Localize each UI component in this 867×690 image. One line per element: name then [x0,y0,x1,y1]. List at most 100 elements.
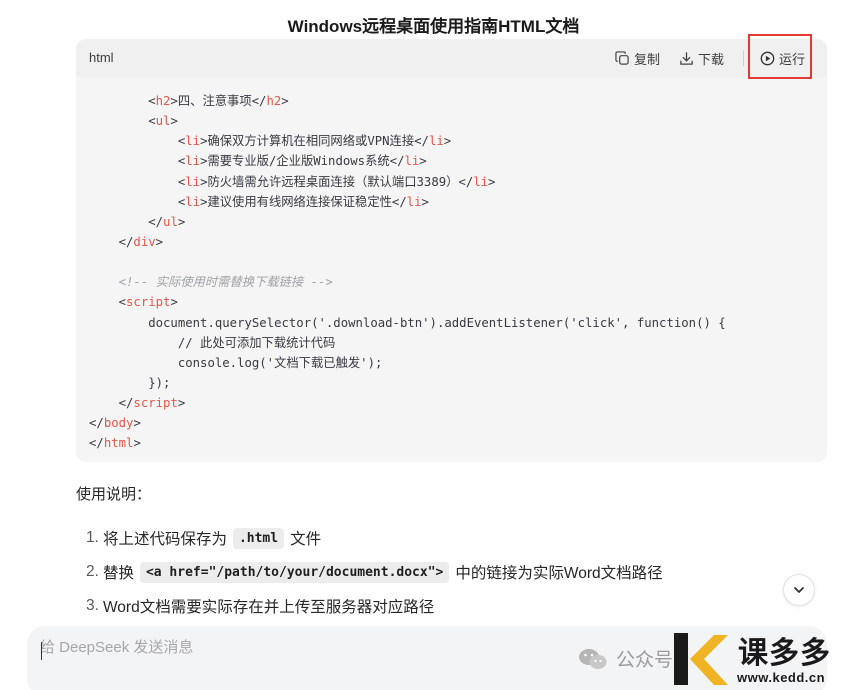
code-language-label: html [89,50,114,65]
message-input[interactable] [40,639,560,656]
code-text-token: > [170,114,178,129]
code-line: <li>建议使用有线网络连接保证稳定性</li> [89,192,726,212]
code-comment-token: <!-- 实际使用时需替换下载链接 --> [118,275,333,290]
code-tag-token: li [185,134,201,149]
code-text-token: > [281,94,289,108]
code-text-token: </ [89,234,134,249]
wechat-watermark-text: 公众号 [616,650,674,671]
code-text-token: > [170,295,178,310]
code-text-token: >需要专业版/企业版Windows系统</ [200,154,405,169]
code-line: <li>确保双方计算机在相同网络或VPN连接</li> [89,131,726,151]
wechat-watermark: 公众号 [578,645,673,672]
code-line: // 此处可添加下载统计代码 [89,333,726,353]
code-line: <h2>四、注意事项</h2> [89,91,726,111]
code-line: console.log('文档下载已触发'); [89,353,726,373]
code-text-token: </ [89,396,134,411]
code-line: <script> [89,292,726,312]
scroll-to-bottom-button[interactable] [783,574,815,606]
code-text-token: </ [89,214,164,229]
code-block-header: html 复制 下载 运行 [76,39,827,77]
text-cursor [41,642,42,660]
step-text: 文件 [290,531,322,548]
code-tag-token: li [428,134,444,149]
code-text-token: document.querySelector('.download-btn').… [89,315,726,330]
code-text-token: > [419,154,427,169]
code-tag-token: body [103,416,134,431]
brand-domain: www.kedd.cn [737,670,826,685]
code-text-token: < [89,295,127,310]
code-line: <!-- 实际使用时需替换下载链接 --> [89,272,726,292]
code-text-token: > [155,234,164,249]
download-label: 下载 [698,51,725,67]
code-line: document.querySelector('.download-btn').… [89,313,726,333]
step-number: 1. [86,529,99,546]
header-divider [743,50,744,66]
step-text: 替换 [102,565,134,582]
page-title: Windows远程桌面使用指南HTML文档 [287,17,580,36]
copy-icon [615,50,629,65]
code-line: </ul> [89,212,726,232]
code-text-token: </ [89,436,104,451]
code-text-token: >防火墙需允许远程桌面连接（默认端口3389）</ [200,174,474,189]
code-text-token: < [89,194,186,209]
code-text-token: < [89,134,186,149]
code-text-token: > [421,194,429,209]
code-tag-token: li [185,174,201,189]
code-text-token: }); [89,375,171,390]
download-button[interactable]: 下载 [679,48,724,68]
code-text-token: > [133,416,141,431]
code-tag-token: div [133,234,156,249]
code-content: <h2>四、注意事项</h2> <ul> <li>确保双方计算机在相同网络或VP… [89,91,726,454]
code-text-token: < [148,94,156,108]
list-item: 3. Word文档需要实际存在并上传至服务器对应路径 [86,589,663,623]
download-icon [680,51,693,65]
usage-steps-list: 1. 将上述代码保存为 .html 文件 2. 替换 <a href="/pat… [86,521,663,623]
code-text-token: < [89,174,186,189]
code-text-token: > [177,214,186,229]
inline-code: .html [232,527,285,549]
code-tag-token: h2 [266,94,282,108]
run-button-highlight-box [748,34,812,79]
code-line: <ul> [89,111,726,131]
step-number: 2. [86,563,99,580]
code-text-token: > [488,174,496,189]
code-text-token: // 此处可添加下载统计代码 [89,335,336,350]
code-tag-token: h2 [155,94,171,108]
code-tag-token: li [473,174,489,189]
code-tag-token: html [103,436,134,451]
code-line: <li>需要专业版/企业版Windows系统</li> [89,151,726,171]
code-tag-token: ul [163,214,178,229]
code-text-token: </ [89,416,104,431]
code-text-token: >确保双方计算机在相同网络或VPN连接</ [200,134,429,149]
code-line: </body> [89,413,726,433]
code-line: </div> [89,232,726,252]
code-line: }); [89,373,726,393]
usage-heading: 使用说明： [76,486,152,503]
code-text-token: > [133,436,141,451]
inline-code: <a href="/path/to/your/document.docx"> [139,561,450,583]
code-tag-token: script [126,295,171,310]
code-line: </script> [89,393,726,413]
copy-label: 复制 [634,51,661,67]
code-text-token: > [177,396,186,411]
code-text-token: console.log('文档下载已触发'); [89,355,383,370]
code-tag-token: li [406,194,422,209]
step-number: 3. [86,597,99,614]
code-text-token: > [443,134,452,149]
code-tag-token: script [133,396,178,411]
code-text-token: < [89,154,186,169]
step-text: 将上述代码保存为 [102,531,227,548]
step-text: 中的链接为实际Word文档路径 [455,565,663,582]
code-text-token: >建议使用有线网络连接保证稳定性</ [200,194,407,209]
code-text-token: >四、注意事项</ [170,94,267,108]
list-item: 1. 将上述代码保存为 .html 文件 [86,521,663,555]
brand-name: 课多多 [738,637,831,670]
code-tag-token: li [185,194,201,209]
chevron-down-icon [794,587,804,593]
code-tag-token: li [404,154,420,169]
code-block: html 复制 下载 运行 <h2>四、注意事项</h2> <ul> <li>确… [76,39,827,462]
copy-button[interactable]: 复制 [615,48,660,68]
